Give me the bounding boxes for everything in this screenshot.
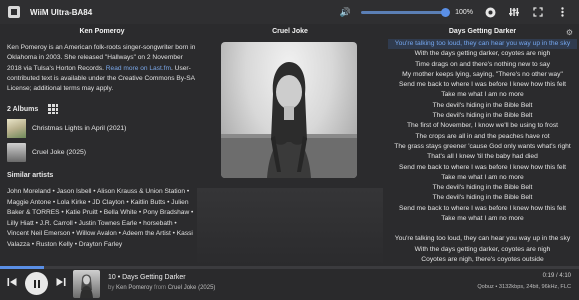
lyric-line[interactable]: Send me back to where I was before I kne… [388, 163, 577, 173]
volume-slider[interactable] [361, 7, 451, 17]
track-artist[interactable]: Ken Pomeroy [116, 285, 152, 291]
lyric-line[interactable]: You're talking too loud, they can hear y… [388, 39, 577, 50]
lyric-line[interactable]: The crops are all in and the peaches hav… [388, 132, 577, 142]
album-title-heading: Cruel Joke [272, 28, 308, 35]
track-subtitle: by Ken Pomeroy from Cruel Joke (2025) [108, 285, 216, 291]
lyric-line[interactable]: Take me what I am no more [388, 173, 577, 183]
playback-time: 0:19 / 4:10 [542, 273, 571, 279]
album-cover [7, 119, 26, 139]
track-title: 10 • Days Getting Darker [108, 274, 186, 281]
lyric-line[interactable]: Time drags on and there's nothing new to… [388, 60, 577, 70]
eq-icon[interactable] [507, 5, 521, 19]
lyric-line[interactable]: With the days getting darker, coyotes ar… [388, 245, 577, 255]
track-album[interactable]: Cruel Joke (2025) [168, 285, 216, 291]
artist-bio: Ken Pomeroy is an American folk-roots si… [7, 43, 197, 94]
more-menu-icon[interactable] [555, 5, 569, 19]
album-item[interactable]: Cruel Joke (2025) [7, 143, 197, 163]
lyric-line[interactable]: Send me back to where I was before I kne… [388, 80, 577, 90]
album-panel: Cruel Joke [197, 28, 383, 266]
settings-dial-icon[interactable] [483, 5, 497, 19]
lyric-line[interactable]: The devil's hiding in the Bible Belt [388, 111, 577, 121]
volume-icon[interactable]: 🔊 [340, 7, 351, 18]
app-logo-icon [8, 6, 20, 18]
read-more-link[interactable]: Read more on Last.fm [106, 65, 171, 72]
previous-track-icon[interactable] [7, 277, 17, 290]
lyric-line[interactable]: The devil's hiding in the Bible Belt [388, 101, 577, 111]
lyric-line[interactable]: With the days getting darker, coyotes ar… [388, 49, 577, 59]
grid-view-icon[interactable] [48, 104, 59, 115]
albums-count: 2 Albums [7, 105, 39, 113]
lyric-line[interactable]: Coyotes are nigh, there's coyotes outsid… [388, 255, 577, 265]
now-playing-cover[interactable] [73, 270, 100, 298]
lyric-line[interactable]: That's all I knew 'til the baby had died [388, 152, 577, 162]
gear-icon[interactable]: ⚙ [566, 28, 573, 37]
similar-artists-heading: Similar artists [7, 172, 54, 180]
volume-value: 100% [455, 8, 473, 16]
song-title-heading: Days Getting Darker [448, 28, 517, 35]
lyric-line[interactable] [388, 224, 577, 234]
similar-artists-list[interactable]: John Moreland • Jason Isbell • Alison Kr… [7, 187, 197, 250]
album-title: Christmas Lights in April (2021) [32, 125, 127, 133]
next-track-icon[interactable] [56, 277, 66, 290]
albums-header: 2 Albums [7, 104, 197, 115]
pause-icon [33, 279, 40, 288]
lyric-line[interactable]: The devil's hiding in the Bible Belt [388, 193, 577, 203]
lyric-line[interactable]: Take me what I am no more [388, 90, 577, 100]
lyrics-panel: Days Getting Darker ⚙ You're talking too… [388, 28, 577, 266]
lyrics-list: You're talking too loud, they can hear y… [388, 39, 577, 266]
lyric-line[interactable]: The first of November, I know we'll be u… [388, 121, 577, 131]
volume-slider-handle[interactable] [441, 7, 451, 17]
top-bar: WiiM Ultra-BA84 🔊 100% [0, 0, 579, 24]
lyric-line[interactable]: Take me what I am no more [388, 214, 577, 224]
lyric-line[interactable]: My mother keeps lying, saying, "There's … [388, 70, 577, 80]
lyric-line[interactable]: The grass stays greener 'cause God only … [388, 142, 577, 152]
player-bar: 10 • Days Getting Darker by Ken Pomeroy … [0, 269, 579, 300]
stream-quality: Qobuz • 3132kbps, 24bit, 96kHz, FLC [477, 284, 571, 290]
artist-panel: Ken Pomeroy Ken Pomeroy is an American f… [7, 28, 197, 266]
lyric-line[interactable]: The devil's hiding in the Bible Belt [388, 183, 577, 193]
lyric-line[interactable]: Send me back to where I was before I kne… [388, 204, 577, 214]
album-item[interactable]: Christmas Lights in April (2021) [7, 119, 197, 139]
album-title: Cruel Joke (2025) [32, 149, 87, 157]
lyric-line[interactable]: You're talking too loud, they can hear y… [388, 234, 577, 244]
artist-name: Ken Pomeroy [79, 28, 125, 35]
device-title: WiiM Ultra-BA84 [30, 7, 93, 17]
album-cover [7, 143, 26, 163]
fullscreen-icon[interactable] [531, 5, 545, 19]
pause-button[interactable] [25, 272, 48, 295]
album-cover-art [221, 42, 357, 178]
